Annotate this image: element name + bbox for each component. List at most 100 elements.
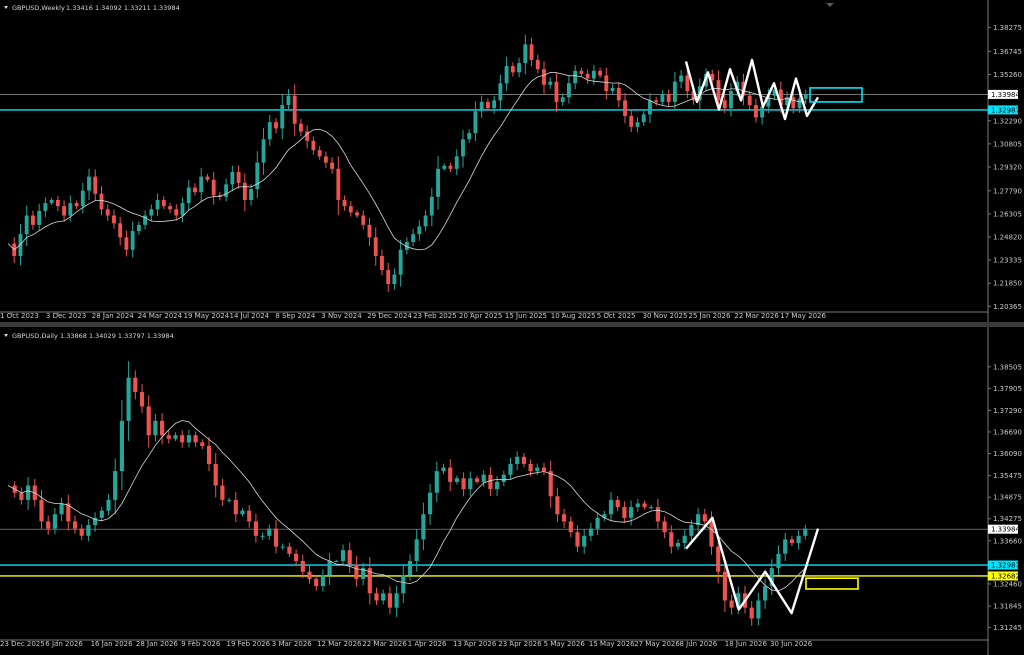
x-tick-label: 22 Mar 2026 [734, 312, 779, 320]
y-tick-label: 1.37905 [993, 385, 1022, 393]
daily-level-price-label: 1.32682 [991, 572, 1020, 580]
candle-body [679, 75, 684, 82]
candle-body [709, 521, 714, 547]
panel-separator[interactable] [0, 322, 1024, 327]
candle-body [655, 507, 660, 522]
candle-body [501, 474, 506, 482]
candle-body [340, 550, 346, 561]
y-tick-label: 1.29320 [993, 163, 1022, 171]
x-tick-label: 14 Jul 2024 [230, 312, 270, 320]
candle-body [105, 209, 110, 216]
candle-body [74, 203, 79, 207]
candle-body [797, 98, 802, 109]
candle-body [622, 507, 627, 518]
candle-body [342, 199, 347, 207]
y-tick-label: 1.31845 [993, 603, 1022, 611]
candle-body [205, 176, 210, 180]
candle-body [361, 215, 366, 225]
candle-body [398, 249, 403, 275]
candle-body [240, 510, 245, 515]
x-tick-label: 23 Apr 2026 [498, 640, 542, 648]
candle-body [373, 237, 378, 256]
candle-body [336, 168, 341, 200]
x-tick-label: 5 May 2026 [544, 640, 586, 648]
candle-body [763, 586, 768, 601]
x-tick-label: 17 May 2026 [780, 312, 826, 320]
candle-body [224, 184, 229, 197]
candle-body [230, 171, 235, 185]
candle-body [562, 514, 567, 522]
candle-body [149, 209, 154, 216]
candle-body [260, 535, 265, 537]
daily-chart-panel[interactable]: 1.38505 1.37905 1.37290 1.36690 1.36090 1.354… [0, 327, 1024, 655]
y-tick-label: 1.31245 [993, 624, 1022, 632]
candle-body [602, 514, 607, 518]
candle-body [136, 224, 141, 232]
y-tick-label: 1.36090 [993, 450, 1022, 458]
weekly-current-price-label: 1.33984 [991, 91, 1020, 99]
candle-body [662, 521, 667, 533]
candle-body [529, 44, 534, 60]
y-tick-label: 1.36690 [993, 428, 1022, 436]
x-tick-label: 19 Feb 2026 [227, 640, 271, 648]
x-tick-label: 15 Jun 2025 [505, 312, 547, 320]
x-tick-label: 8 Sep 2024 [275, 312, 315, 320]
candle-body [93, 176, 98, 194]
weekly-chart-panel[interactable]: 1.38275 1.36745 1.35260 1.33984 1.32987 1.322… [0, 0, 1024, 322]
candle-body [682, 535, 687, 543]
weekly-ohlc-readout: 1.33416 1.34092 1.33211 1.33984 [66, 4, 180, 12]
daily-ohlc-readout: 1.33868 1.34029 1.33797 1.33984 [60, 332, 174, 340]
candle-body [59, 503, 64, 515]
candle-body [55, 199, 60, 207]
candle-body [669, 532, 674, 547]
candle-body [568, 521, 573, 533]
weekly-symbol-title: GBPUSD,Weekly [12, 4, 65, 12]
candle-body [454, 478, 459, 482]
x-tick-label: 28 Jan 2026 [136, 640, 179, 648]
candle-body [535, 467, 540, 472]
candle-body [247, 510, 252, 522]
x-tick-label: 18 Jun 2026 [725, 640, 768, 648]
x-tick-label: 3 Mar 2026 [272, 640, 312, 648]
candle-body [722, 100, 727, 109]
candle-body [504, 66, 509, 84]
candle-body [749, 607, 754, 619]
candle-body [648, 100, 652, 115]
x-tick-label: 20 Apr 2025 [459, 312, 502, 320]
candle-body [236, 171, 241, 183]
candle-body [180, 435, 185, 443]
candle-body [411, 234, 416, 242]
candle-body [200, 442, 205, 446]
candle-body [347, 550, 352, 565]
candle-body [481, 474, 486, 482]
candle-body [112, 215, 116, 224]
candle-body [193, 187, 197, 193]
candle-body [334, 560, 339, 562]
candle-body [233, 499, 238, 515]
candle-body [623, 100, 627, 116]
candle-body [579, 70, 584, 74]
candle-body [510, 66, 515, 73]
candle-body [46, 521, 51, 529]
candle-body [307, 571, 312, 579]
candle-body [498, 83, 503, 101]
candle-body [685, 75, 690, 92]
candle-body [541, 467, 547, 472]
candle-body [666, 94, 671, 102]
candle-body [555, 496, 560, 515]
candle-body [789, 539, 794, 543]
candle-body [119, 420, 124, 472]
candle-body [139, 392, 145, 407]
candle-body [43, 203, 48, 211]
candle-body [274, 122, 278, 129]
y-tick-label: 1.34275 [993, 515, 1022, 523]
candle-body [380, 255, 384, 270]
candle-body [436, 168, 440, 197]
candle-body [255, 162, 260, 190]
candle-body [348, 206, 353, 213]
candle-body [716, 546, 721, 572]
candle-body [386, 269, 391, 284]
candle-body [791, 97, 796, 109]
candle-body [660, 94, 665, 102]
x-tick-label: 22 Mar 2026 [362, 640, 407, 648]
